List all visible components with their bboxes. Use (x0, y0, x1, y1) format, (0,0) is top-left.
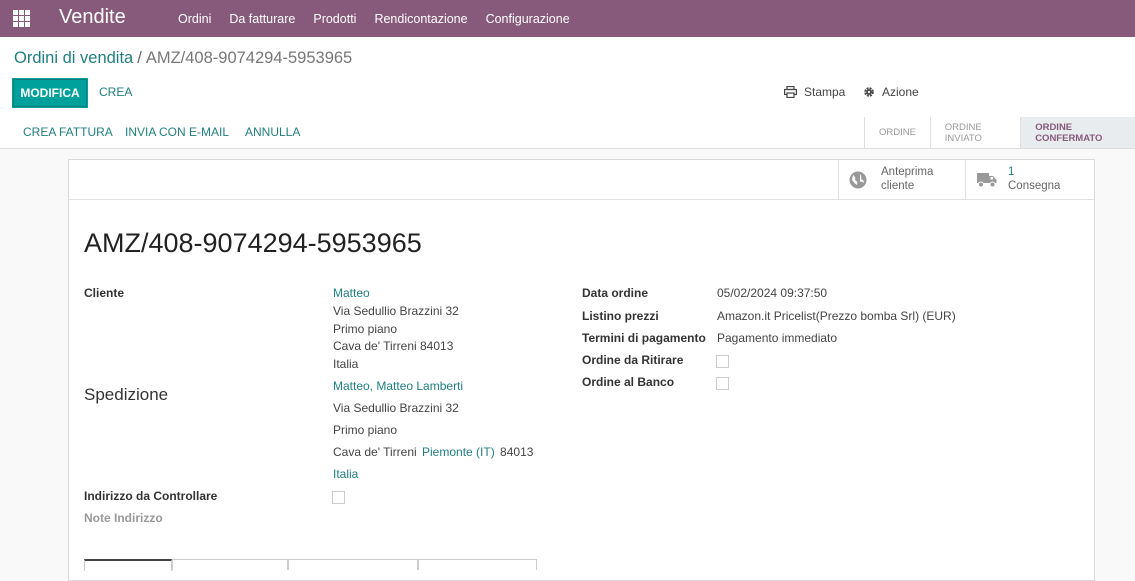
shipping-country-link[interactable]: Italia (333, 467, 358, 481)
control-panel: Ordini di vendita / AMZ/408-9074294-595396… (0, 37, 1135, 118)
address-check-label: Indirizzo da Controllare (84, 489, 218, 503)
pricelist-value: Amazon.it Pricelist(Prezzo bomba Srl) (E… (717, 309, 956, 323)
delivery-label: Consegna (1008, 179, 1061, 192)
shipping-state-link[interactable]: Piemonte (IT) (422, 445, 495, 459)
delivery-button[interactable]: 1 Consegna (965, 160, 1094, 199)
shipping-street: Via Sedullio Brazzini 32 (333, 401, 459, 415)
tab-1[interactable] (84, 559, 172, 571)
customer-name-link[interactable]: Matteo (333, 286, 370, 300)
print-label: Stampa (804, 85, 846, 99)
stage-ordine-inviato[interactable]: ORDINE INVIATO (931, 117, 1021, 148)
order-date-value: 05/02/2024 09:37:50 (717, 286, 828, 300)
action-button[interactable]: Azione (863, 85, 919, 99)
payment-terms-label: Termini di pagamento (582, 331, 706, 345)
customer-label: Cliente (84, 286, 125, 300)
notebook-tabs (84, 559, 537, 571)
pickup-order-label: Ordine da Ritirare (582, 353, 684, 367)
menu-item-ordini[interactable]: Ordini (169, 12, 220, 26)
tab-2[interactable] (172, 559, 288, 570)
preview-line1: Anteprima (881, 166, 934, 178)
form-sheet: Anteprima cliente 1 Consegna AMZ/408-907… (68, 159, 1095, 581)
shipping-zip: 84013 (500, 445, 534, 459)
pickup-order-checkbox[interactable] (716, 355, 729, 368)
shipping-name-link[interactable]: Matteo, Matteo Lamberti (333, 379, 463, 393)
smart-button-box: Anteprima cliente 1 Consegna (69, 160, 1094, 200)
counter-order-label: Ordine al Banco (582, 375, 675, 389)
payment-terms-value: Pagamento immediato (717, 331, 838, 345)
order-title: AMZ/408-9074294-5953965 (84, 228, 422, 258)
create-invoice-button[interactable]: CREA FATTURA (23, 125, 113, 139)
address-check-checkbox[interactable] (332, 491, 345, 504)
globe-icon (849, 171, 867, 188)
menu-item-rendicontazione[interactable]: Rendicontazione (365, 12, 476, 26)
order-date-label: Data ordine (582, 286, 649, 300)
gear-icon (864, 87, 874, 97)
breadcrumb: Ordini di vendita / AMZ/408-9074294-595396… (14, 49, 352, 68)
shipping-street2: Primo piano (333, 423, 398, 437)
address-notes-label: Note Indirizzo (84, 511, 163, 525)
shipping-city: Cava de' Tirreni (333, 445, 417, 459)
customer-street: Via Sedullio Brazzini 32 (333, 304, 459, 318)
main-menu: Ordini Da fatturare Prodotti Rendicontaz… (169, 0, 579, 37)
customer-city-zip: Cava de' Tirreni 84013 (333, 339, 454, 353)
breadcrumb-current: AMZ/408-9074294-5953965 (145, 49, 353, 67)
action-label: Azione (882, 85, 919, 99)
top-navbar: Vendite Ordini Da fatturare Prodotti Ren… (0, 0, 1135, 37)
apps-menu-icon[interactable] (13, 10, 30, 27)
stage-ordine-confermato[interactable]: ORDINE CONFERMATO (1021, 117, 1135, 148)
menu-item-da-fatturare[interactable]: Da fatturare (220, 12, 304, 26)
breadcrumb-parent[interactable]: Ordini di vendita (14, 49, 133, 67)
customer-country: Italia (333, 357, 359, 371)
customer-street2: Primo piano (333, 322, 398, 336)
delivery-count: 1 (1008, 166, 1015, 178)
stage-ordine[interactable]: ORDINE (865, 117, 930, 148)
cancel-order-button[interactable]: ANNULLA (245, 125, 300, 139)
preview-line2: cliente (881, 179, 915, 192)
counter-order-checkbox[interactable] (716, 377, 729, 390)
pricelist-label: Listino prezzi (582, 309, 659, 323)
truck-icon (977, 172, 997, 187)
shipping-city-line: Cava de' Tirreni Piemonte (IT) 84013 (333, 445, 533, 459)
menu-item-configurazione[interactable]: Configurazione (477, 12, 579, 26)
print-icon (784, 86, 797, 98)
shipping-section-title: Spedizione (84, 385, 169, 404)
menu-item-prodotti[interactable]: Prodotti (304, 12, 365, 26)
breadcrumb-separator: / (137, 49, 142, 67)
statusbar: CREA FATTURA INVIA CON E-MAIL ANNULLA OR… (0, 117, 1135, 149)
customer-preview-button[interactable]: Anteprima cliente (838, 160, 965, 199)
send-email-button[interactable]: INVIA CON E-MAIL (125, 125, 229, 139)
edit-button[interactable]: MODIFICA (12, 78, 88, 108)
tab-4[interactable] (418, 559, 537, 570)
tab-3[interactable] (288, 559, 418, 570)
app-name[interactable]: Vendite (59, 6, 126, 29)
stage-pipeline: ORDINE ORDINE INVIATO ORDINE CONFERMATO (864, 117, 1135, 148)
print-button[interactable]: Stampa (784, 85, 845, 99)
create-button[interactable]: CREA (99, 85, 132, 99)
